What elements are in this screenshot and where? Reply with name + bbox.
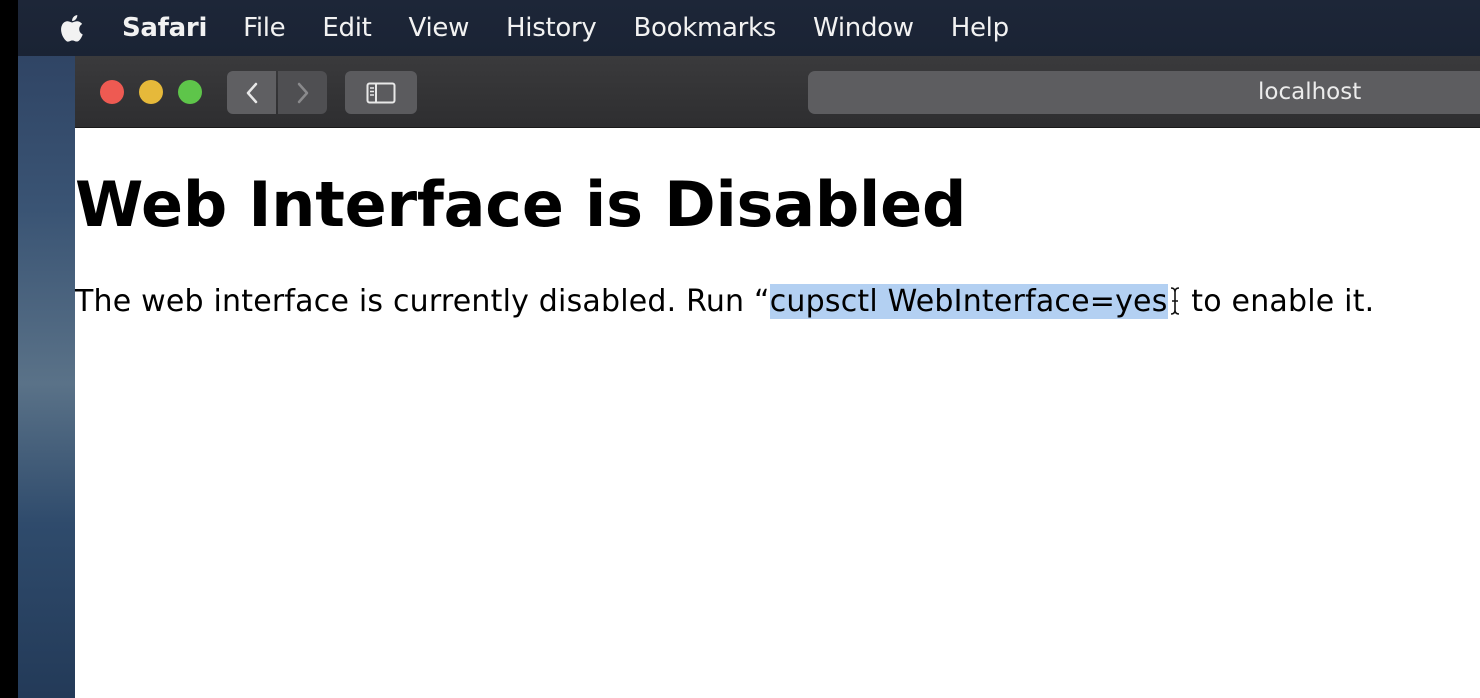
menu-history[interactable]: History	[506, 0, 597, 56]
browser-toolbar: localhost	[75, 56, 1480, 128]
address-bar[interactable]: localhost	[808, 71, 1480, 114]
maximize-window-button[interactable]	[178, 80, 202, 104]
chevron-left-icon	[246, 82, 257, 103]
menu-window[interactable]: Window	[813, 0, 914, 56]
menu-view[interactable]: View	[409, 0, 470, 56]
page-paragraph: The web interface is currently disabled.…	[75, 284, 1374, 319]
page-heading: Web Interface is Disabled	[75, 168, 967, 241]
page-content: Web Interface is Disabled The web interf…	[75, 128, 1480, 698]
selected-command-text[interactable]: cupsctl WebInterface=yes	[769, 284, 1168, 319]
address-text: localhost	[1258, 79, 1362, 105]
sidebar-icon	[366, 82, 396, 103]
navigation-buttons	[227, 71, 327, 114]
paragraph-text-after: to enable it.	[1181, 284, 1375, 319]
minimize-window-button[interactable]	[139, 80, 163, 104]
menu-bookmarks[interactable]: Bookmarks	[633, 0, 776, 56]
sidebar-toggle-button[interactable]	[345, 71, 417, 114]
back-button[interactable]	[227, 71, 276, 114]
chevron-right-icon	[297, 82, 308, 103]
forward-button[interactable]	[278, 71, 327, 114]
menu-help[interactable]: Help	[951, 0, 1009, 56]
paragraph-text-before: The web interface is currently disabled.…	[75, 284, 770, 319]
menu-file[interactable]: File	[243, 0, 286, 56]
screen-edge	[0, 0, 18, 698]
menu-bar: Safari File Edit View History Bookmarks …	[18, 0, 1480, 56]
apple-icon[interactable]	[58, 13, 84, 43]
menu-safari[interactable]: Safari	[122, 0, 207, 56]
menu-edit[interactable]: Edit	[322, 0, 371, 56]
text-cursor-icon	[1168, 285, 1182, 317]
browser-window: localhost Web Interface is Disabled The …	[75, 56, 1480, 698]
close-window-button[interactable]	[100, 80, 124, 104]
